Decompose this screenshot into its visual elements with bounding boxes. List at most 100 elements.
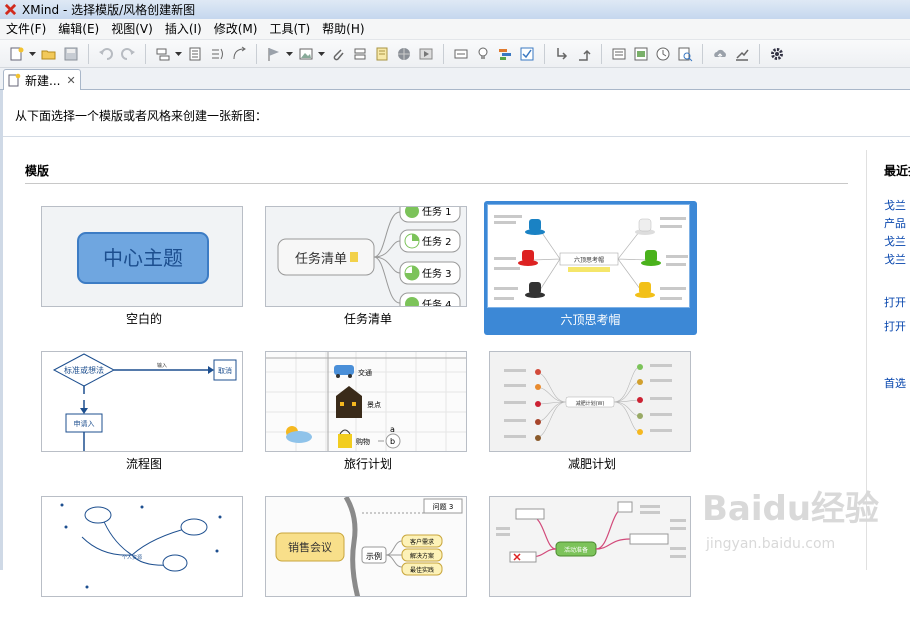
template-thumbnail: 标准或想法 输入 取消 申请入 (41, 351, 243, 452)
recent-file-link[interactable]: 戈兰 (884, 197, 906, 213)
search-icon[interactable] (676, 45, 694, 63)
open-link[interactable]: 打开 (884, 318, 906, 334)
thumb-issue-text: 问题 3 (433, 503, 454, 511)
gantt-icon[interactable] (496, 45, 514, 63)
template-thumbnail: 六顶思考帽 (487, 204, 690, 308)
toolbar-separator (702, 43, 703, 64)
templates-divider (25, 183, 848, 184)
open-link[interactable]: 打开 (884, 294, 906, 310)
menu-bar: 文件(F) 编辑(E) 视图(V) 插入(I) 修改(M) 工具(T) 帮助(H… (0, 19, 910, 40)
template-card-sales-meeting[interactable]: 销售会议 示例 客户需求 解决方案 最佳实践 问题 3 (265, 496, 471, 628)
six-hats-thumbnail-graphic: 六顶思考帽 (488, 205, 689, 307)
template-card-resources[interactable]: 个人资源 (41, 496, 247, 628)
toolbar-separator (145, 43, 146, 64)
preferences-link[interactable]: 首选 (884, 375, 906, 391)
boundary-icon[interactable] (351, 45, 369, 63)
thumb-center-text: 销售会议 (288, 540, 332, 554)
task-list-thumbnail-graphic: 任务清单 任务 1 任务 2 任务 3 任务 4 (277, 207, 461, 306)
template-caption: 空白的 (125, 312, 162, 326)
new-icon[interactable] (8, 45, 26, 63)
globe-icon[interactable] (395, 45, 413, 63)
upload-icon[interactable] (711, 45, 729, 63)
subtopic-icon[interactable] (186, 45, 204, 63)
templates-heading: 模版 (25, 164, 50, 178)
template-caption: 六顶思考帽 (560, 313, 621, 327)
toolbar-separator (601, 43, 602, 64)
thumb-node-text: 个人资源 (122, 554, 142, 561)
menu-file[interactable]: 文件(F) (0, 19, 52, 40)
toolbar (0, 40, 910, 68)
relationship-icon[interactable] (230, 45, 248, 63)
task-item: 任务 1 (399, 207, 461, 223)
label-icon[interactable] (452, 45, 470, 63)
template-card-flowchart[interactable]: 标准或想法 输入 取消 申请入 流程图 (41, 351, 247, 483)
template-card-diet-plan[interactable]: 减肥计划(W) 减肥计划 (489, 351, 695, 483)
window-title: XMind - 选择模版/风格创建新图 (22, 3, 196, 17)
marker-dropdown-icon[interactable] (285, 45, 293, 63)
travel-item: 景点 (367, 401, 381, 409)
drill-down-icon[interactable] (553, 45, 571, 63)
toolbar-separator (443, 43, 444, 64)
save-icon[interactable] (62, 45, 80, 63)
toolbar-separator (88, 43, 89, 64)
travel-thumbnail-graphic: 交通 景点 购物 a b (266, 352, 466, 451)
new-dropdown-icon[interactable] (28, 45, 36, 63)
menu-help[interactable]: 帮助(H) (316, 19, 370, 40)
presentation-icon[interactable] (417, 45, 435, 63)
image-icon[interactable] (297, 45, 315, 63)
settings-gear-icon[interactable] (768, 45, 786, 63)
sales-thumbnail-graphic: 销售会议 示例 客户需求 解决方案 最佳实践 问题 3 (275, 497, 463, 596)
travel-item: 交通 (358, 368, 372, 377)
template-thumbnail: 交通 景点 购物 a b (265, 351, 467, 452)
flow-node-text: 取消 (218, 366, 232, 375)
recent-file-link[interactable]: 戈兰 (884, 251, 906, 267)
overview-icon[interactable] (632, 45, 650, 63)
resources-thumbnail-graphic: 个人资源 (60, 503, 222, 589)
image-dropdown-icon[interactable] (317, 45, 325, 63)
template-card-blank[interactable]: 中心主题 空白的 (41, 206, 247, 338)
menu-view[interactable]: 视图(V) (105, 19, 159, 40)
clock-icon[interactable] (654, 45, 672, 63)
summary-icon[interactable] (208, 45, 226, 63)
topic-dropdown-icon[interactable] (174, 45, 182, 63)
redo-icon[interactable] (119, 45, 137, 63)
diet-thumbnail-graphic: 减肥计划(W) (504, 364, 672, 441)
idea-icon[interactable] (474, 45, 492, 63)
task-label: 任务 3 (422, 267, 452, 280)
menu-tools[interactable]: 工具(T) (263, 19, 316, 40)
toolbar-separator (544, 43, 545, 64)
template-card-travel-plan[interactable]: 交通 景点 购物 a b 旅行计划 (265, 351, 471, 483)
recent-file-link[interactable]: 戈兰 (884, 233, 906, 249)
task-item: 任务 4 (399, 292, 461, 306)
menu-modify[interactable]: 修改(M) (208, 19, 264, 40)
outline-icon[interactable] (610, 45, 628, 63)
template-card-event-prep[interactable]: 活动准备 (489, 496, 695, 628)
weather-icon (286, 426, 312, 443)
travel-item: b (390, 437, 395, 446)
tab-label: 新建... (25, 73, 61, 88)
flowchart-thumbnail-graphic: 标准或想法 输入 取消 申请入 (52, 353, 237, 451)
menu-edit[interactable]: 编辑(E) (52, 19, 105, 40)
attachment-icon[interactable] (329, 45, 347, 63)
watermark-url: jingyan.baidu.com (705, 536, 835, 552)
topic-icon[interactable] (154, 45, 172, 63)
tab-close-icon[interactable]: ✕ (66, 74, 75, 87)
drill-up-icon[interactable] (575, 45, 593, 63)
toolbar-separator (256, 43, 257, 64)
open-icon[interactable] (40, 45, 58, 63)
template-caption: 减肥计划 (567, 457, 616, 471)
menu-insert[interactable]: 插入(I) (159, 19, 208, 40)
tab-new[interactable]: 新建... ✕ (3, 69, 81, 90)
marker-icon[interactable] (265, 45, 283, 63)
task-icon[interactable] (518, 45, 536, 63)
notes-icon[interactable] (373, 45, 391, 63)
flow-node-text: 申请入 (74, 419, 95, 428)
share-icon[interactable] (733, 45, 751, 63)
template-card-task-list[interactable]: 任务清单 任务 1 任务 2 任务 3 任务 4 任务清单 (265, 206, 471, 338)
template-thumbnail: 任务清单 任务 1 任务 2 任务 3 任务 4 (265, 206, 467, 307)
undo-icon[interactable] (97, 45, 115, 63)
template-thumbnail: 销售会议 示例 客户需求 解决方案 最佳实践 问题 3 (265, 496, 467, 597)
thumb-item-text: 客户需求 (410, 538, 434, 546)
recent-file-link[interactable]: 产品 (884, 215, 906, 231)
template-card-six-hats[interactable]: 六顶思考帽 六顶思考帽 (484, 201, 697, 335)
